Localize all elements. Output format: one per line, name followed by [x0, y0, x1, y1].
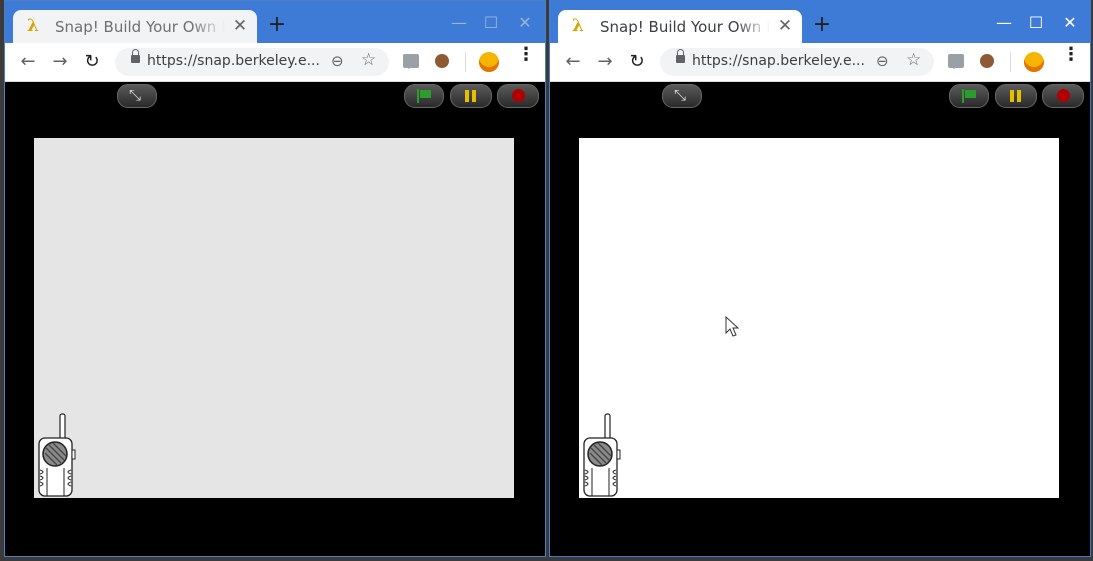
pause-icon: [1010, 90, 1022, 102]
reload-icon[interactable]: ↻: [82, 52, 102, 72]
unzoom-icon: ⤡: [129, 86, 142, 104]
reload-icon[interactable]: ↻: [627, 52, 647, 72]
snap-stage-controls: ⤡: [5, 82, 545, 110]
minimize-button[interactable]: —: [449, 13, 469, 33]
close-icon[interactable]: ✕: [231, 17, 249, 35]
minimize-button[interactable]: —: [994, 13, 1014, 33]
chat-extension-icon[interactable]: [948, 54, 964, 69]
arrow-left-icon[interactable]: ←: [18, 52, 38, 72]
lock-icon[interactable]: [676, 49, 685, 63]
avatar-icon[interactable]: [1024, 52, 1044, 72]
plus-icon[interactable]: +: [812, 14, 832, 36]
arrow-right-icon[interactable]: →: [595, 52, 615, 72]
cookie-extension-icon[interactable]: [435, 54, 449, 68]
lock-icon[interactable]: [131, 49, 140, 63]
pause-button[interactable]: [995, 84, 1037, 108]
snap-stage[interactable]: [34, 138, 514, 498]
browser-window-right: λ Snap! Build Your Own Blocks ✕ + — ☐ ✕ …: [549, 0, 1091, 557]
walkie-talkie-sprite[interactable]: [36, 412, 76, 498]
tab-snap[interactable]: λ Snap! Build Your Own Blocks ✕: [13, 10, 257, 43]
tab-title: Snap! Build Your Own Blocks: [600, 18, 770, 36]
cookie-extension-icon[interactable]: [980, 54, 994, 68]
address-bar[interactable]: https://snap.berkeley.e... ⊖ ☆: [660, 48, 934, 76]
arrow-left-icon[interactable]: ←: [563, 52, 583, 72]
stop-icon: [1057, 89, 1070, 102]
stop-icon: [512, 89, 525, 102]
snap-stage-controls: ⤡: [550, 82, 1090, 110]
browser-toolbar: ← → ↻ https://snap.berkeley.e... ⊖ ☆ ⋮: [550, 43, 1090, 82]
arrow-right-icon[interactable]: →: [50, 52, 70, 72]
tab-snap[interactable]: λ Snap! Build Your Own Blocks ✕: [558, 10, 802, 43]
stop-button[interactable]: [497, 84, 539, 108]
star-icon[interactable]: ☆: [361, 50, 376, 70]
tab-strip: λ Snap! Build Your Own Blocks ✕ + — ☐ ✕: [550, 1, 1090, 43]
unzoom-button[interactable]: ⤡: [117, 84, 157, 108]
stop-button[interactable]: [1042, 84, 1084, 108]
lambda-icon: λ: [27, 16, 39, 36]
pause-button[interactable]: [450, 84, 492, 108]
window-close-button[interactable]: ✕: [1060, 13, 1080, 33]
toolbar-divider: [465, 52, 466, 72]
window-close-button[interactable]: ✕: [515, 13, 535, 33]
url-text[interactable]: https://snap.berkeley.e...: [692, 53, 872, 69]
mouse-pointer-icon: [725, 316, 739, 337]
url-text[interactable]: https://snap.berkeley.e...: [147, 53, 327, 69]
plus-icon[interactable]: +: [267, 14, 287, 36]
address-bar[interactable]: https://snap.berkeley.e... ⊖ ☆: [115, 48, 389, 76]
lambda-icon: λ: [572, 16, 584, 36]
pause-icon: [465, 90, 477, 102]
unzoom-button[interactable]: ⤡: [662, 84, 702, 108]
avatar-icon[interactable]: [479, 52, 499, 72]
zoom-out-icon[interactable]: ⊖: [331, 52, 344, 70]
toolbar-divider: [1010, 52, 1011, 72]
green-flag-button[interactable]: [404, 84, 444, 108]
chat-extension-icon[interactable]: [403, 54, 419, 69]
green-flag-icon: [962, 89, 976, 103]
green-flag-button[interactable]: [949, 84, 989, 108]
walkie-talkie-sprite[interactable]: [581, 412, 621, 498]
green-flag-icon: [417, 89, 431, 103]
browser-toolbar: ← → ↻ https://snap.berkeley.e... ⊖ ☆ ⋮: [5, 43, 545, 82]
snap-stage[interactable]: [579, 138, 1059, 498]
kebab-menu-icon[interactable]: ⋮: [517, 46, 535, 64]
close-icon[interactable]: ✕: [776, 17, 794, 35]
unzoom-icon: ⤡: [674, 86, 687, 104]
maximize-button[interactable]: ☐: [481, 13, 501, 33]
kebab-menu-icon[interactable]: ⋮: [1062, 46, 1080, 64]
tab-title: Snap! Build Your Own Blocks: [55, 18, 225, 36]
browser-window-left: λ Snap! Build Your Own Blocks ✕ + — ☐ ✕ …: [4, 0, 546, 557]
maximize-button[interactable]: ☐: [1026, 13, 1046, 33]
tab-strip: λ Snap! Build Your Own Blocks ✕ + — ☐ ✕: [5, 1, 545, 43]
star-icon[interactable]: ☆: [906, 50, 921, 70]
zoom-out-icon[interactable]: ⊖: [876, 52, 889, 70]
